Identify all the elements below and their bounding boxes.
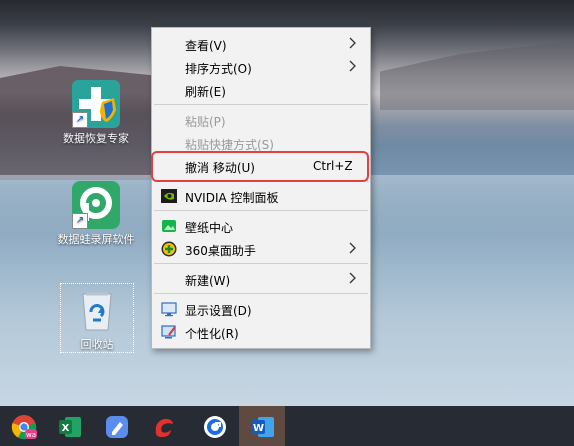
menu-separator bbox=[154, 293, 368, 294]
notes-icon bbox=[106, 416, 128, 438]
menu-item-nvidia[interactable]: NVIDIA 控制面板 bbox=[152, 185, 370, 207]
menu-item-view[interactable]: 查看(V) bbox=[152, 33, 370, 55]
menu-item-label: 显示设置(D) bbox=[185, 304, 252, 318]
menu-item-360-assistant[interactable]: 360桌面助手 bbox=[152, 238, 370, 260]
wallpaper-icon bbox=[162, 220, 176, 232]
shortcut-arrow-icon: ↗ bbox=[72, 112, 88, 128]
menu-item-label: 360桌面助手 bbox=[185, 244, 256, 258]
menu-item-display-settings[interactable]: 显示设置(D) bbox=[152, 298, 370, 320]
chevron-right-icon bbox=[349, 37, 356, 49]
taskbar-app-browser[interactable] bbox=[191, 406, 237, 446]
menu-item-paste[interactable]: 粘贴(P) bbox=[152, 109, 370, 131]
menu-item-label: 个性化(R) bbox=[185, 327, 239, 341]
desktop-wallpaper: ↗ 数据恢复专家 ↗ 数据蛙录屏软件 回收站 查看(V) 排序方式(O) 刷新(… bbox=[0, 0, 574, 406]
menu-item-wallpaper[interactable]: 壁纸中心 bbox=[152, 215, 370, 237]
menu-item-label: 查看(V) bbox=[185, 39, 227, 53]
annotation-highlight-box bbox=[151, 151, 369, 182]
desktop-context-menu: 查看(V) 排序方式(O) 刷新(E) 粘贴(P) 粘贴快捷方式(S) 撤消 移… bbox=[151, 27, 371, 349]
menu-separator bbox=[154, 263, 368, 264]
svg-text:W: W bbox=[253, 423, 264, 434]
desktop-icon-screen-recorder[interactable]: ↗ 数据蛙录屏软件 bbox=[56, 181, 136, 247]
menu-item-label: 壁纸中心 bbox=[185, 221, 234, 235]
data-recovery-icon: ↗ bbox=[72, 80, 120, 128]
menu-item-label: 新建(W) bbox=[185, 274, 231, 288]
excel-icon: X bbox=[59, 417, 81, 437]
desktop-icon-recycle-bin[interactable]: 回收站 bbox=[60, 283, 134, 353]
svg-text:wa: wa bbox=[26, 431, 36, 439]
browser-icon bbox=[204, 416, 226, 438]
desktop-icon-data-recovery[interactable]: ↗ 数据恢复专家 bbox=[56, 80, 136, 146]
menu-item-personalize[interactable]: 个性化(R) bbox=[152, 321, 370, 343]
chevron-right-icon bbox=[349, 242, 356, 254]
taskbar-app-chrome[interactable]: wa bbox=[0, 406, 46, 446]
menu-separator bbox=[154, 104, 368, 105]
taskbar-app-word[interactable]: W bbox=[239, 406, 285, 446]
menu-item-label: 粘贴(P) bbox=[185, 115, 226, 129]
menu-item-sort[interactable]: 排序方式(O) bbox=[152, 56, 370, 78]
menu-item-refresh[interactable]: 刷新(E) bbox=[152, 79, 370, 101]
menu-separator bbox=[154, 210, 368, 211]
taskbar: wa X W bbox=[0, 406, 574, 446]
desktop-icon-label: 数据蛙录屏软件 bbox=[57, 233, 135, 246]
desktop-icon-label: 回收站 bbox=[80, 338, 114, 351]
taskbar-app-wps[interactable] bbox=[140, 406, 186, 446]
wps-icon bbox=[155, 418, 173, 437]
nvidia-icon bbox=[161, 189, 177, 203]
recycle-bin-icon bbox=[73, 286, 121, 334]
display-icon bbox=[161, 302, 177, 317]
menu-item-new[interactable]: 新建(W) bbox=[152, 268, 370, 290]
wallpaper-mountain-far bbox=[380, 40, 574, 110]
shortcut-arrow-icon: ↗ bbox=[72, 213, 88, 229]
chevron-right-icon bbox=[349, 272, 356, 284]
menu-item-label: 排序方式(O) bbox=[185, 62, 252, 76]
menu-item-label: 刷新(E) bbox=[185, 85, 226, 99]
screen-recorder-icon: ↗ bbox=[72, 181, 120, 229]
taskbar-app-notes[interactable] bbox=[93, 406, 139, 446]
chrome-icon: wa bbox=[11, 415, 37, 440]
taskbar-app-excel[interactable]: X bbox=[46, 406, 92, 446]
menu-item-label: NVIDIA 控制面板 bbox=[185, 191, 279, 205]
assistant-360-icon bbox=[161, 241, 177, 257]
svg-text:X: X bbox=[62, 423, 70, 434]
chevron-right-icon bbox=[349, 60, 356, 72]
word-icon: W bbox=[252, 417, 274, 437]
personalize-icon bbox=[161, 325, 176, 339]
desktop-icon-label: 数据恢复专家 bbox=[63, 132, 129, 145]
